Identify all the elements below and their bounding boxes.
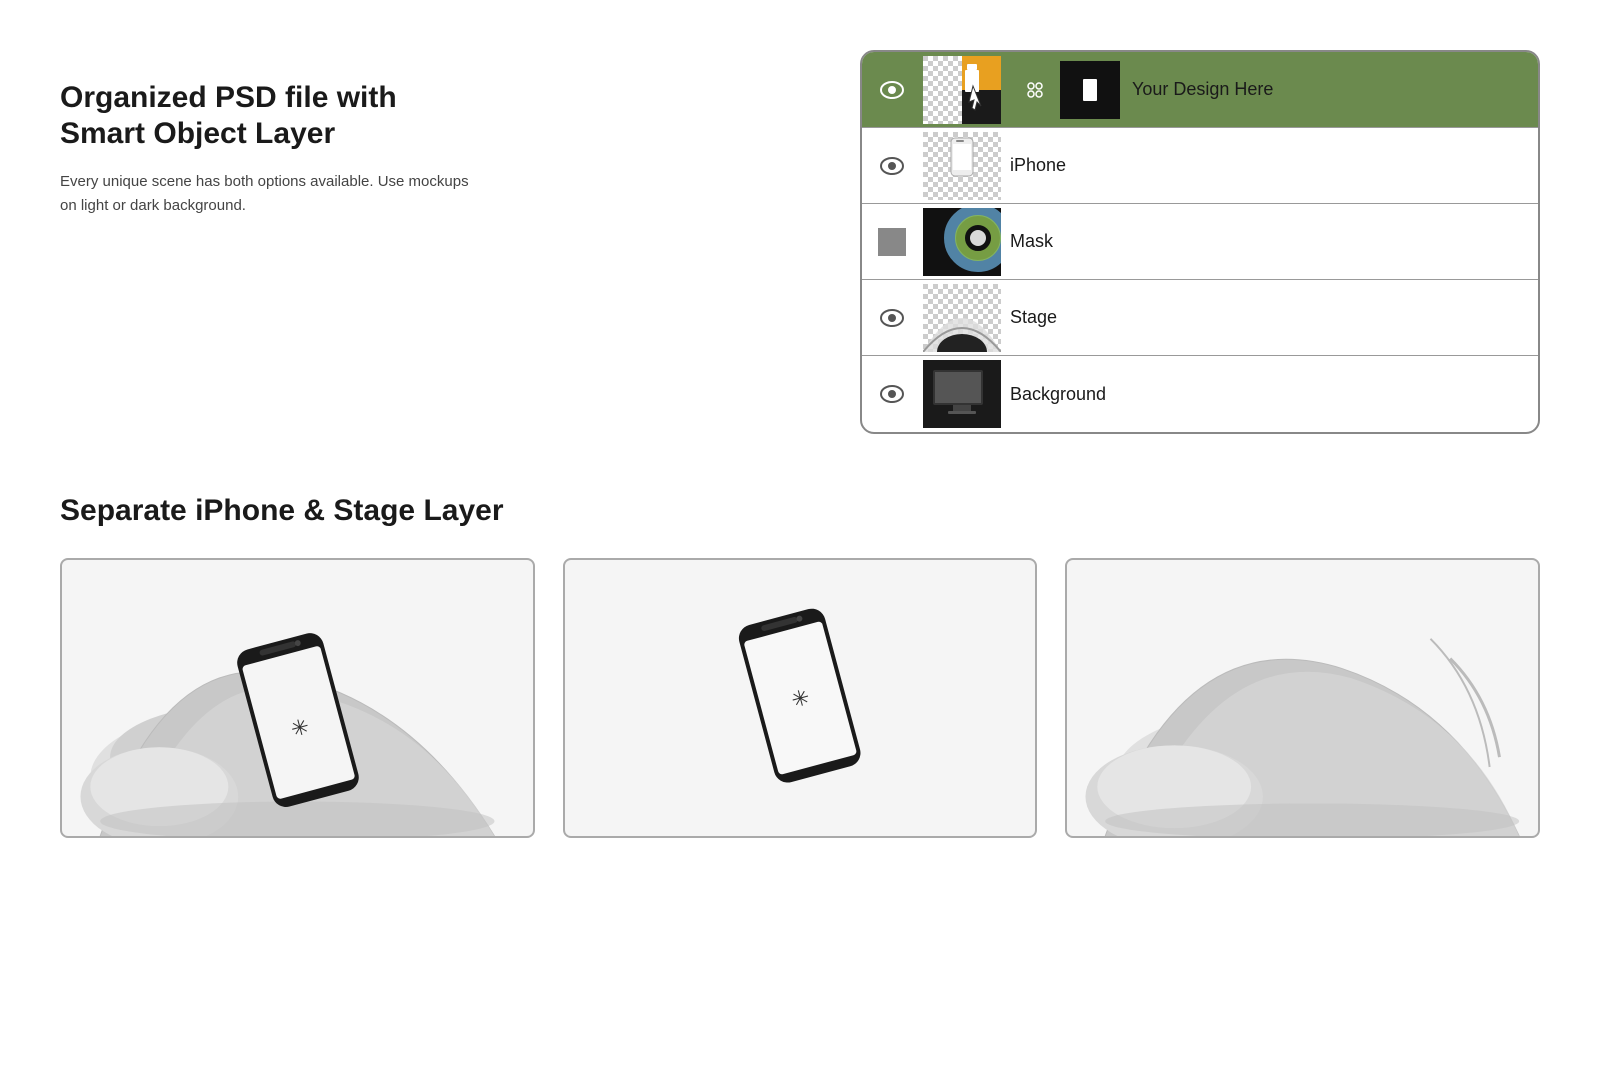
thumb-svg-design <box>923 56 1001 124</box>
layer-thumb-design <box>922 55 1002 125</box>
layer-eye-background[interactable] <box>862 385 922 403</box>
top-heading: Organized PSD file with Smart Object Lay… <box>60 80 480 152</box>
thumb-svg-stage <box>923 284 1001 352</box>
layer-name-design: Your Design Here <box>1132 79 1538 100</box>
layer-name-stage: Stage <box>1010 307 1538 328</box>
layer-row-design[interactable]: Your Design Here <box>862 52 1538 128</box>
layer-eye-iphone[interactable] <box>862 157 922 175</box>
link-icon <box>1026 81 1044 99</box>
card-stage-only <box>1065 558 1540 838</box>
layer-mini-thumb-design <box>1060 61 1120 119</box>
layer-eye-mask[interactable] <box>862 228 922 256</box>
layer-name-iphone: iPhone <box>1010 155 1538 176</box>
layers-panel: Your Design Here <box>860 50 1540 434</box>
layer-eye-design[interactable] <box>862 81 922 99</box>
layer-name-background: Background <box>1010 384 1538 405</box>
layer-eye-stage[interactable] <box>862 309 922 327</box>
left-text-block: Organized PSD file with Smart Object Lay… <box>60 50 480 218</box>
card-full-svg: ✳ <box>62 560 533 836</box>
card-phone-only-svg: ✳ <box>565 560 1036 836</box>
image-grid: ✳ ✳ <box>60 558 1540 838</box>
card-stage-only-svg <box>1067 560 1538 836</box>
thumb-svg-background <box>923 360 1001 428</box>
mask-square-icon <box>878 228 906 256</box>
card-full: ✳ <box>60 558 535 838</box>
layer-row-stage[interactable]: Stage <box>862 280 1538 356</box>
layer-row-background[interactable]: Background <box>862 356 1538 432</box>
thumb-svg-mask <box>923 208 1001 276</box>
top-section: Organized PSD file with Smart Object Lay… <box>60 50 1540 434</box>
layer-row-iphone[interactable]: iPhone <box>862 128 1538 204</box>
top-description: Every unique scene has both options avai… <box>60 170 480 218</box>
layer-thumb-background <box>922 359 1002 429</box>
layer-thumb-stage <box>922 283 1002 353</box>
main-container: Organized PSD file with Smart Object Lay… <box>0 0 1600 1071</box>
eye-icon-design <box>880 81 904 99</box>
layer-link-icon-design <box>1010 81 1060 99</box>
card-phone-only: ✳ <box>563 558 1038 838</box>
bottom-section: Separate iPhone & Stage Layer <box>60 494 1540 838</box>
layer-row-mask[interactable]: Mask <box>862 204 1538 280</box>
thumb-svg-iphone <box>923 132 1001 200</box>
eye-icon-stage <box>880 309 904 327</box>
bottom-heading: Separate iPhone & Stage Layer <box>60 494 1540 528</box>
layer-thumb-mask <box>922 207 1002 277</box>
eye-icon-iphone <box>880 157 904 175</box>
layer-thumb-iphone <box>922 131 1002 201</box>
layer-name-mask: Mask <box>1010 231 1538 252</box>
eye-icon-background <box>880 385 904 403</box>
